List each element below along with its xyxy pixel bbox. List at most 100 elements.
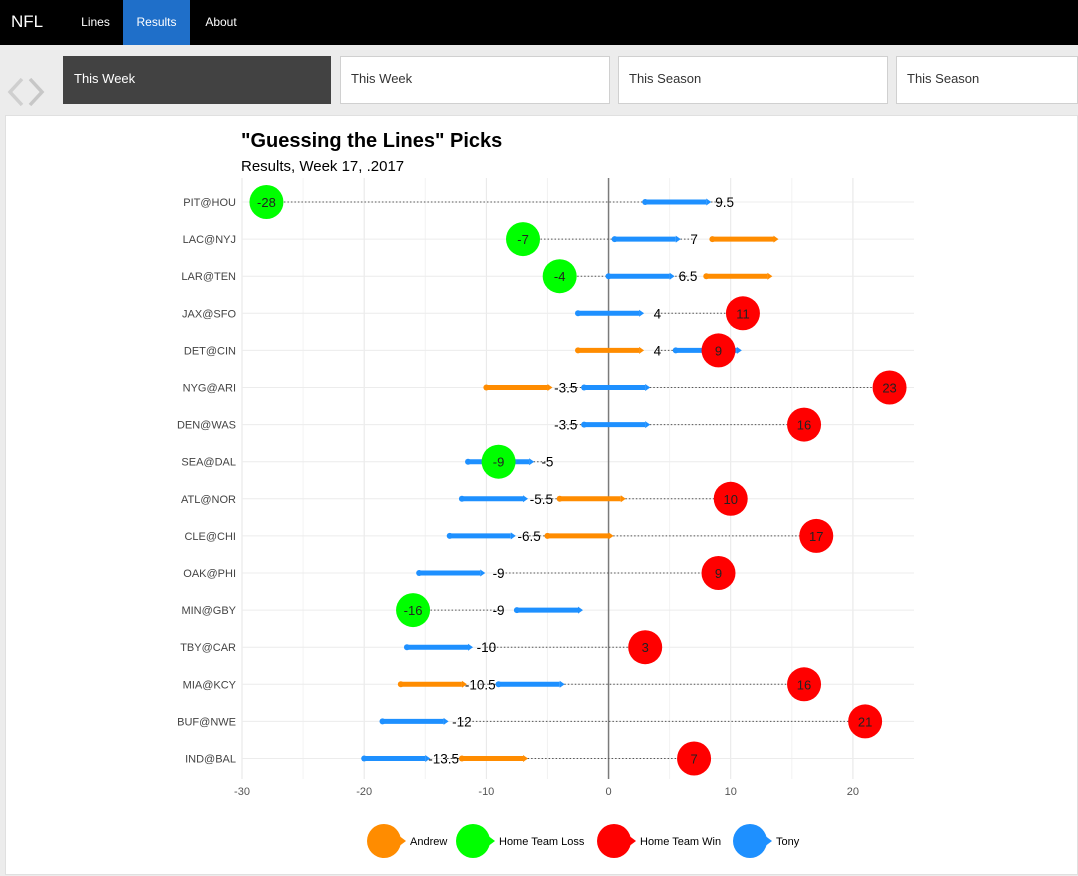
result-label: 16 [797, 418, 811, 433]
andrew-pick-arrow [703, 272, 773, 280]
result-label: 9 [715, 566, 722, 581]
game-label: DEN@WAS [177, 420, 236, 432]
x-tick-label: 0 [605, 786, 611, 798]
chart-subtitle: Results, Week 17, .2017 [241, 158, 404, 175]
line-label: 6.5 [679, 269, 698, 284]
andrew-pick-arrow [544, 532, 614, 540]
game-label: DET@CIN [184, 345, 236, 357]
game-label: NYG@ARI [183, 383, 236, 395]
legend-label: Home Team Loss [499, 836, 585, 848]
game-label: ATL@NOR [181, 494, 236, 506]
game-label: IND@BAL [185, 754, 236, 766]
x-tick-label: 20 [847, 786, 859, 798]
result-label: -4 [554, 269, 566, 284]
line-label: -3.5 [554, 418, 577, 433]
result-label: 17 [809, 529, 823, 544]
andrew-pick-arrow [709, 235, 779, 243]
tony-pick-arrow [605, 272, 675, 280]
game-label: PIT@HOU [183, 197, 236, 209]
tony-pick-arrow [379, 717, 449, 725]
game-label: BUF@NWE [177, 716, 236, 728]
tony-pick-arrow [495, 680, 565, 688]
result-label: -28 [257, 195, 276, 210]
line-label: -3.5 [554, 381, 577, 396]
game-label: OAK@PHI [183, 568, 236, 580]
tony-pick-arrow [416, 569, 486, 577]
result-label: 10 [723, 492, 737, 507]
legend-key-tony [733, 824, 767, 858]
line-label: -9 [493, 566, 505, 581]
result-label: 16 [797, 677, 811, 692]
result-label: -7 [517, 232, 529, 247]
game-label: LAR@TEN [181, 271, 236, 283]
result-label: -9 [493, 455, 505, 470]
andrew-pick-arrow [458, 755, 529, 762]
andrew-pick-arrow [397, 680, 467, 688]
x-tick-label: 10 [725, 786, 737, 798]
game-label: LAC@NYJ [183, 234, 236, 246]
legend-key-home_team_win [597, 824, 631, 858]
tony-pick-arrow [513, 606, 583, 614]
result-label: 3 [642, 640, 649, 655]
andrew-pick-arrow [575, 346, 645, 354]
legend-label: Home Team Win [640, 836, 721, 848]
chevron-right-icon[interactable] [28, 77, 45, 107]
line-label: -6.5 [517, 529, 540, 544]
game-label: MIA@KCY [183, 679, 237, 691]
legend-label: Tony [776, 836, 800, 848]
line-label: 4 [654, 306, 662, 321]
chart-panel: "Guessing the Lines" Picks Results, Week… [5, 115, 1078, 875]
tab-this-week-1[interactable]: This Week [63, 56, 331, 104]
tab-this-season-2[interactable]: This Season [896, 56, 1078, 104]
game-label: JAX@SFO [182, 308, 236, 320]
result-label: 23 [882, 381, 896, 396]
line-label: -10.5 [465, 677, 496, 692]
line-label: -9 [493, 603, 505, 618]
legend-key-arrow [764, 835, 772, 847]
andrew-pick-arrow [556, 495, 626, 503]
tony-pick-arrow [581, 421, 651, 429]
x-tick-label: -10 [478, 786, 494, 798]
top-navbar: NFL Lines Results About [0, 0, 1078, 45]
tony-pick-arrow [611, 235, 681, 243]
nav-item-lines[interactable]: Lines [68, 0, 123, 45]
tab-this-season-1[interactable]: This Season [618, 56, 888, 104]
result-label: 7 [690, 752, 697, 767]
tony-pick-arrow [581, 384, 651, 391]
legend-label: Andrew [410, 836, 447, 848]
chevron-left-icon[interactable] [7, 77, 24, 107]
legend-key-home_team_loss [456, 824, 490, 858]
legend-key-arrow [398, 835, 406, 847]
x-tick-label: -30 [234, 786, 250, 798]
tony-pick-arrow [642, 198, 712, 206]
tony-pick-arrow [403, 643, 474, 651]
result-label: 9 [715, 343, 722, 358]
carousel-arrows [4, 76, 48, 110]
legend-key-arrow [628, 835, 636, 847]
tony-pick-arrow [458, 495, 529, 503]
line-label: -12 [452, 714, 472, 729]
nav-item-results[interactable]: Results [123, 0, 190, 45]
result-label: -16 [404, 603, 423, 618]
result-label: 11 [736, 306, 750, 321]
tony-pick-arrow [575, 309, 645, 317]
line-label: 4 [654, 343, 662, 358]
tony-pick-arrow [446, 532, 516, 540]
legend-key-andrew [367, 824, 401, 858]
brand-logo[interactable]: NFL [11, 12, 43, 32]
line-label: 9.5 [715, 195, 734, 210]
andrew-pick-arrow [483, 384, 553, 391]
game-label: MIN@GBY [181, 605, 236, 617]
nav-item-about[interactable]: About [190, 0, 252, 45]
game-label: CLE@CHI [184, 531, 236, 543]
legend-key-arrow [487, 835, 495, 847]
chart-title: "Guessing the Lines" Picks [241, 130, 502, 152]
picks-chart: "Guessing the Lines" Picks Results, Week… [177, 130, 914, 858]
result-label: 21 [858, 714, 872, 729]
line-label: -10 [477, 640, 497, 655]
line-label: -5.5 [530, 492, 553, 507]
game-label: TBY@CAR [180, 642, 236, 654]
line-label: -5 [541, 455, 553, 470]
game-label: SEA@DAL [181, 457, 236, 469]
tab-this-week-2[interactable]: This Week [340, 56, 610, 104]
